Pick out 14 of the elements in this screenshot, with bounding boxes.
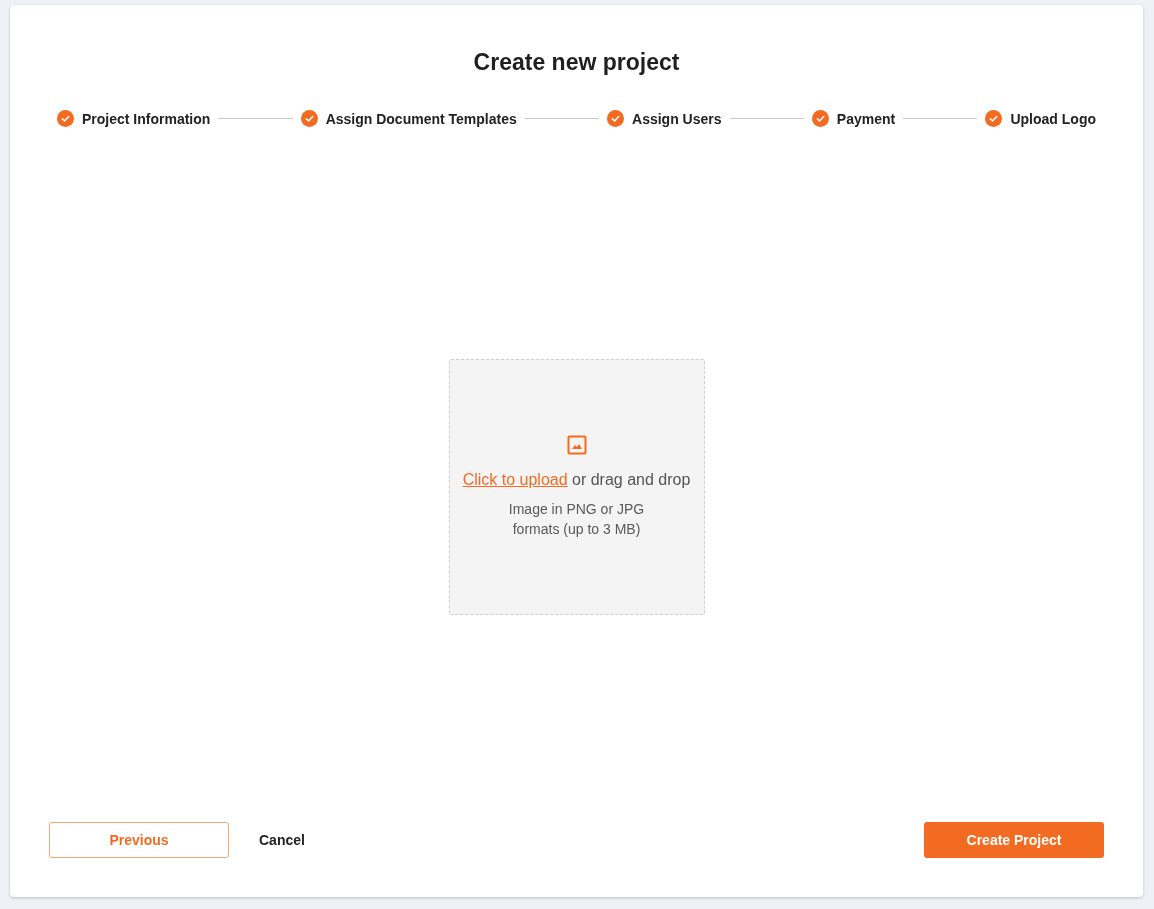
previous-button[interactable]: Previous [49, 822, 229, 858]
image-icon [566, 434, 587, 455]
create-project-button[interactable]: Create Project [924, 822, 1104, 858]
upload-instruction: Click to upload or drag and drop [462, 470, 691, 489]
step-label: Project Information [82, 110, 211, 127]
step-label: Assign Users [632, 110, 722, 127]
step-label: Assign Document Templates [325, 110, 517, 127]
upload-link[interactable]: Click to upload [462, 470, 568, 488]
page-title: Create new project [472, 49, 681, 76]
format-hint: Image in PNG or JPG formats (up to 3 MB) [507, 499, 646, 539]
cancel-button[interactable]: Cancel [255, 828, 309, 852]
step-label: Upload Logo [1010, 110, 1096, 127]
step-label: Payment [836, 110, 896, 127]
upload-dropzone[interactable]: Click to upload or drag and drop Image in PNG or JPG formats (up to 3 MB) [448, 358, 705, 615]
